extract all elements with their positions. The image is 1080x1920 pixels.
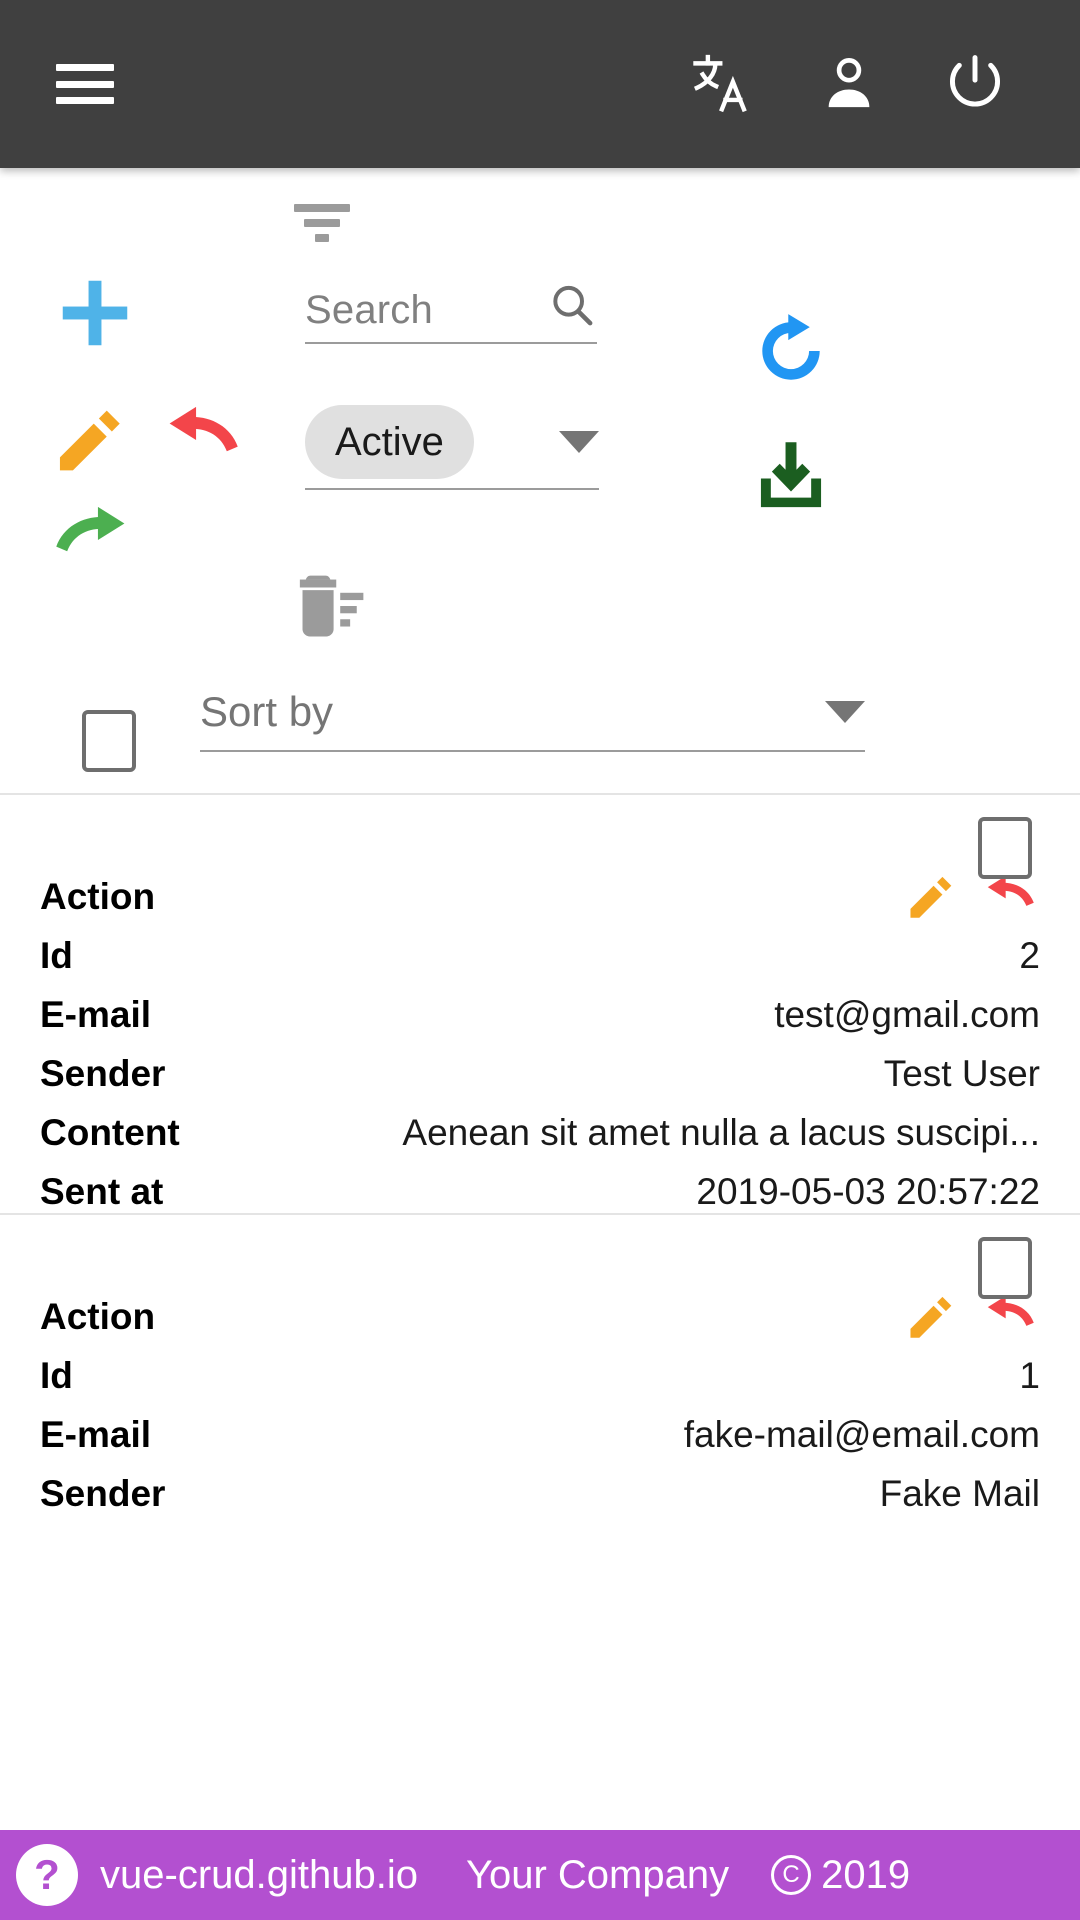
sort-by-label: Sort by: [200, 688, 334, 735]
record-field-sender: Sender Test User: [0, 1044, 1080, 1103]
status-filter-field: Active: [305, 405, 599, 490]
search-field: Search: [305, 280, 597, 344]
field-value: Fake Mail: [879, 1472, 1040, 1514]
record-field-action: Action: [0, 867, 1080, 926]
trash-filter-icon: [299, 575, 364, 637]
hamburger-menu-icon[interactable]: [56, 64, 114, 104]
topbar-actions: [688, 49, 1080, 119]
footer-project-link[interactable]: vue-crud.github.io: [100, 1853, 418, 1898]
field-label: Id: [40, 934, 73, 976]
select-all-checkbox[interactable]: [82, 710, 136, 772]
field-value: Test User: [883, 1052, 1040, 1094]
record-field-email: E-mail test@gmail.com: [0, 985, 1080, 1044]
record-field-action: Action: [0, 1287, 1080, 1346]
record-field-content: Content Aenean sit amet nulla a lacus su…: [0, 1103, 1080, 1162]
undo-button[interactable]: [160, 398, 248, 478]
field-value: 1: [1019, 1354, 1040, 1396]
filter-bar: [294, 204, 350, 212]
top-app-bar: [0, 0, 1080, 168]
field-label: Id: [40, 1354, 73, 1396]
download-icon: [760, 442, 822, 508]
status-chip[interactable]: Active: [305, 405, 474, 479]
row-select-checkbox[interactable]: [978, 1237, 1032, 1299]
hamburger-bar: [56, 97, 114, 104]
pencil-icon: [910, 1296, 952, 1338]
search-input[interactable]: Search: [305, 290, 433, 330]
field-value: test@gmail.com: [774, 993, 1040, 1035]
power-icon[interactable]: [940, 49, 1010, 119]
search-input-row[interactable]: Search: [305, 280, 597, 344]
redo-arrow-icon: [56, 506, 125, 552]
translate-icon[interactable]: [688, 49, 758, 119]
field-value: 2: [1019, 934, 1040, 976]
field-label: E-mail: [40, 993, 152, 1035]
topbar-left-group: [0, 64, 170, 104]
record-field-id: Id 2: [0, 926, 1080, 985]
pencil-icon: [59, 410, 120, 471]
toolbar-panel: Search Active Sort by: [0, 168, 1080, 793]
refresh-button[interactable]: [748, 308, 834, 394]
plus-icon: [62, 280, 128, 346]
record-field-sender: Sender Fake Mail: [0, 1464, 1080, 1523]
status-filter-select[interactable]: Active: [305, 405, 599, 490]
app-root: Search Active Sort by Action Id 2 E-mail…: [0, 0, 1080, 1920]
row-edit-button[interactable]: [902, 868, 960, 926]
user-icon[interactable]: [814, 49, 884, 119]
row-select-checkbox[interactable]: [978, 817, 1032, 879]
help-icon[interactable]: ?: [16, 1844, 78, 1906]
copyright-icon: C: [771, 1855, 812, 1895]
table-row: Action Id 2 E-mail test@gmail.com Sender…: [0, 795, 1080, 1213]
export-button[interactable]: [748, 430, 834, 516]
refresh-icon: [762, 314, 820, 380]
copyright-year: 2019: [821, 1852, 911, 1897]
pencil-icon: [910, 876, 952, 918]
search-icon[interactable]: [547, 280, 597, 330]
field-label: Action: [40, 1295, 156, 1337]
field-label: Action: [40, 875, 156, 917]
sort-by-select[interactable]: Sort by: [200, 688, 865, 752]
field-value: 2019-05-03 20:57:22: [696, 1170, 1040, 1212]
field-label: Content: [40, 1111, 180, 1153]
redo-button[interactable]: [46, 498, 134, 578]
chevron-down-icon[interactable]: [559, 431, 599, 453]
field-value: fake-mail@email.com: [683, 1413, 1040, 1455]
record-field-email: E-mail fake-mail@email.com: [0, 1405, 1080, 1464]
filter-bar: [304, 219, 340, 227]
undo-arrow-icon: [169, 406, 238, 452]
delete-filtered-button[interactable]: [280, 568, 370, 648]
footer-copyright: C 2019: [771, 1853, 910, 1898]
field-label: Sent at: [40, 1170, 164, 1212]
chevron-down-icon[interactable]: [825, 701, 865, 723]
table-row: Action Id 1 E-mail fake-mail@email.com S…: [0, 1215, 1080, 1515]
filter-icon[interactable]: [292, 204, 352, 252]
field-label: Sender: [40, 1472, 166, 1514]
hamburger-bar: [56, 64, 114, 71]
field-label: E-mail: [40, 1413, 152, 1455]
footer-company-name: Your Company: [465, 1852, 730, 1897]
hamburger-bar: [56, 80, 114, 88]
filter-bar: [315, 234, 329, 242]
field-label: Sender: [40, 1052, 166, 1094]
edit-records-button[interactable]: [46, 396, 134, 484]
field-value: Aenean sit amet nulla a lacus suscipi...: [402, 1111, 1040, 1153]
footer-bar: ? vue-crud.github.io Your Company C 2019: [0, 1830, 1080, 1920]
record-field-id: Id 1: [0, 1346, 1080, 1405]
add-record-button[interactable]: [50, 268, 140, 358]
row-edit-button[interactable]: [902, 1288, 960, 1346]
